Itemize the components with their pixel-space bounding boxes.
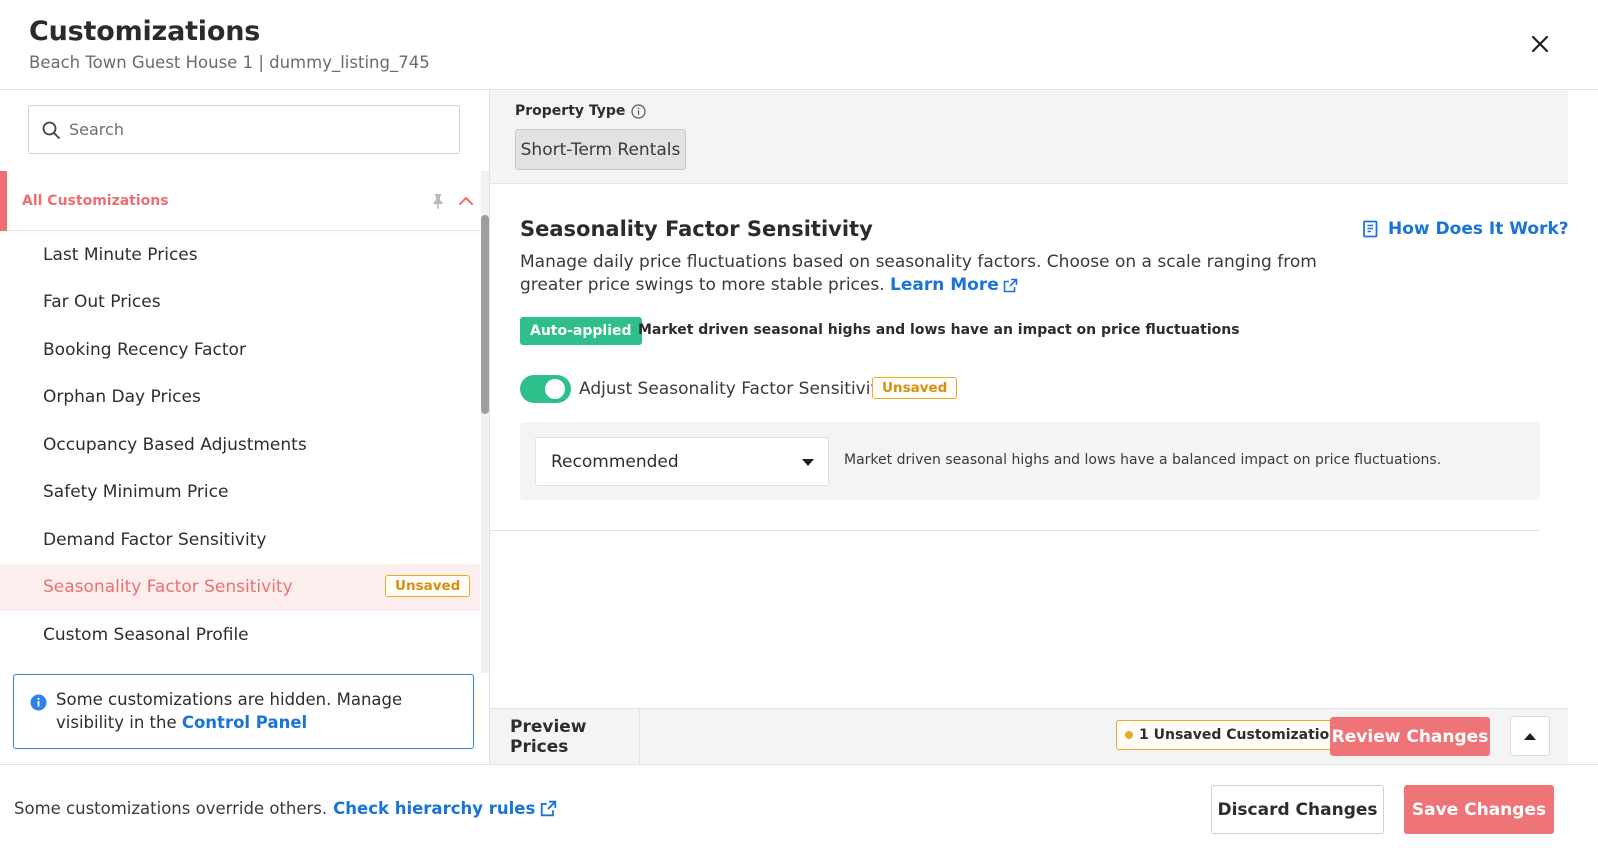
section-title: Seasonality Factor Sensitivity bbox=[520, 217, 873, 241]
sidebar-item-custom-seasonal-profile[interactable]: Custom Seasonal Profile bbox=[0, 611, 480, 659]
info-icon bbox=[30, 694, 47, 711]
active-indicator bbox=[0, 171, 7, 231]
sidebar-item-label: Far Out Prices bbox=[43, 292, 161, 313]
hierarchy-note-text: Some customizations override others. bbox=[14, 799, 328, 818]
sidebar-item-demand-factor-sensitivity[interactable]: Demand Factor Sensitivity bbox=[0, 516, 480, 564]
hierarchy-note: Some customizations override others. Che… bbox=[14, 799, 557, 818]
search-input[interactable] bbox=[69, 120, 429, 139]
status-dot-icon bbox=[1125, 731, 1133, 739]
unsaved-badge: Unsaved bbox=[385, 574, 471, 597]
close-button[interactable] bbox=[1527, 31, 1553, 57]
property-type-section: Property Type Short-Term Rentals bbox=[490, 90, 1568, 184]
how-link-label: How Does It Work? bbox=[1388, 219, 1569, 239]
sensitivity-select[interactable]: Recommended bbox=[535, 437, 829, 486]
caret-up-icon bbox=[1524, 732, 1536, 740]
scrollbar-thumb[interactable] bbox=[481, 215, 489, 414]
sidebar-item-label: Safety Minimum Price bbox=[43, 482, 229, 503]
unsaved-count-badge: 1 Unsaved Customization bbox=[1116, 720, 1349, 750]
preview-bar: Preview Prices 1 Unsaved Customization R… bbox=[490, 708, 1568, 764]
sidebar-item-label: Occupancy Based Adjustments bbox=[43, 434, 307, 455]
sidebar-item-last-minute-prices[interactable]: Last Minute Prices bbox=[0, 231, 480, 279]
search-box[interactable] bbox=[28, 105, 460, 154]
sidebar-item-occupancy-based-adjustments[interactable]: Occupancy Based Adjustments bbox=[0, 421, 480, 469]
external-link-icon bbox=[541, 800, 557, 817]
notice-text: Some customizations are hidden. Manage v… bbox=[56, 688, 456, 734]
how-does-it-work-link[interactable]: How Does It Work? bbox=[1362, 219, 1569, 239]
customizations-list: Last Minute Prices Far Out Prices Bookin… bbox=[0, 231, 480, 659]
listing-subtitle: Beach Town Guest House 1 | dummy_listing… bbox=[29, 53, 430, 72]
discard-changes-button[interactable]: Discard Changes bbox=[1211, 785, 1384, 834]
sensitivity-setting-panel: Recommended Market driven seasonal highs… bbox=[520, 422, 1540, 500]
control-panel-link[interactable]: Control Panel bbox=[182, 713, 307, 732]
all-customizations-label: All Customizations bbox=[22, 193, 169, 209]
auto-applied-text: Market driven seasonal highs and lows ha… bbox=[638, 322, 1240, 338]
sidebar-item-label: Orphan Day Prices bbox=[43, 387, 201, 408]
preview-prices-button[interactable]: Preview Prices bbox=[490, 709, 640, 764]
sidebar-item-seasonality-factor-sensitivity[interactable]: Seasonality Factor Sensitivity Unsaved bbox=[0, 563, 480, 611]
modal-header: Customizations Beach Town Guest House 1 … bbox=[0, 0, 1598, 90]
learn-more-label: Learn More bbox=[890, 275, 999, 295]
pin-icon[interactable] bbox=[429, 192, 447, 210]
customizations-sidebar: All Customizations Last Minute Prices Fa… bbox=[0, 90, 490, 764]
seasonality-toggle[interactable] bbox=[520, 375, 571, 403]
page-title: Customizations bbox=[29, 16, 261, 47]
search-icon bbox=[42, 121, 60, 139]
sidebar-item-far-out-prices[interactable]: Far Out Prices bbox=[0, 279, 480, 327]
sidebar-scrollbar[interactable] bbox=[481, 171, 489, 673]
unsaved-count-label: 1 Unsaved Customization bbox=[1139, 727, 1340, 743]
external-link-icon bbox=[1003, 278, 1018, 293]
info-outline-icon[interactable] bbox=[631, 103, 647, 119]
auto-applied-badge: Auto-applied bbox=[520, 317, 642, 345]
property-type-label: Property Type bbox=[515, 103, 647, 119]
hidden-customizations-notice: Some customizations are hidden. Manage v… bbox=[13, 674, 474, 749]
sidebar-item-label: Demand Factor Sensitivity bbox=[43, 529, 267, 550]
close-icon[interactable] bbox=[1527, 31, 1553, 57]
all-customizations-header[interactable]: All Customizations bbox=[0, 171, 480, 231]
modal-footer: Some customizations override others. Che… bbox=[0, 764, 1598, 864]
save-changes-button[interactable]: Save Changes bbox=[1404, 785, 1554, 834]
sidebar-item-booking-recency-factor[interactable]: Booking Recency Factor bbox=[0, 326, 480, 374]
learn-more-link[interactable]: Learn More bbox=[890, 274, 1018, 297]
unsaved-badge: Unsaved bbox=[872, 377, 958, 399]
toggle-label: Adjust Seasonality Factor Sensitivity bbox=[579, 379, 888, 399]
section-description: Manage daily price fluctuations based on… bbox=[520, 251, 1360, 297]
divider bbox=[490, 530, 1540, 531]
customization-detail: Property Type Short-Term Rentals Seasona… bbox=[490, 90, 1598, 764]
toggle-knob bbox=[545, 379, 565, 399]
sidebar-item-safety-minimum-price[interactable]: Safety Minimum Price bbox=[0, 469, 480, 517]
chevron-up-icon[interactable] bbox=[458, 194, 474, 208]
hierarchy-link-label: Check hierarchy rules bbox=[333, 799, 536, 818]
sidebar-item-orphan-day-prices[interactable]: Orphan Day Prices bbox=[0, 374, 480, 422]
property-type-label-text: Property Type bbox=[515, 103, 626, 119]
expand-preview-button[interactable] bbox=[1510, 716, 1550, 756]
select-value: Recommended bbox=[551, 451, 679, 472]
property-type-value: Short-Term Rentals bbox=[515, 129, 686, 170]
sidebar-item-label: Seasonality Factor Sensitivity bbox=[43, 577, 293, 598]
select-description: Market driven seasonal highs and lows ha… bbox=[844, 452, 1442, 468]
book-icon bbox=[1363, 220, 1378, 238]
sidebar-item-label: Booking Recency Factor bbox=[43, 339, 246, 360]
check-hierarchy-rules-link[interactable]: Check hierarchy rules bbox=[333, 799, 557, 818]
sidebar-item-label: Last Minute Prices bbox=[43, 244, 198, 265]
caret-down-icon bbox=[802, 459, 814, 466]
review-changes-button[interactable]: Review Changes bbox=[1330, 717, 1490, 756]
sidebar-item-label: Custom Seasonal Profile bbox=[43, 624, 249, 645]
